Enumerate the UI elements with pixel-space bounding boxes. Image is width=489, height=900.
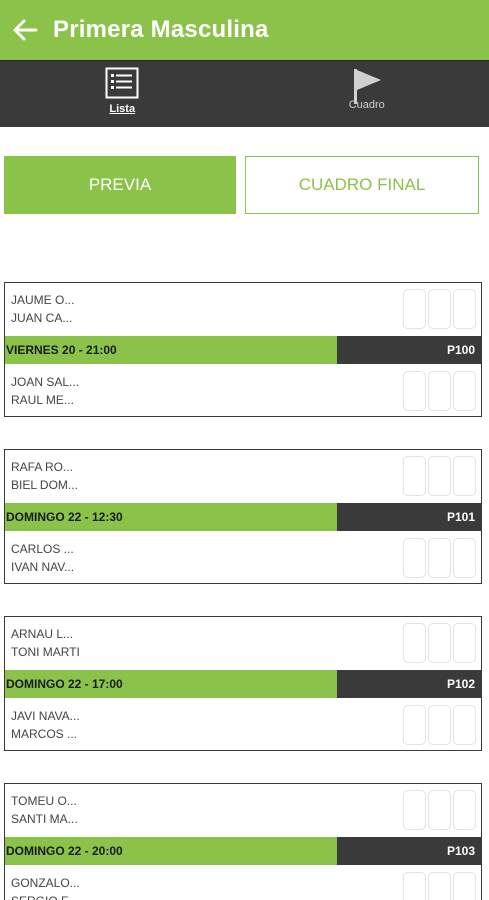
score-box — [403, 538, 426, 578]
match-code: P101 — [337, 503, 481, 531]
score-box — [453, 289, 476, 329]
score-box — [428, 456, 451, 496]
score-box — [428, 790, 451, 830]
match-code: P100 — [337, 336, 481, 364]
match-datetime: DOMINGO 22 - 12:30 — [5, 503, 337, 531]
team-row: JAVI NAVA... MARCOS ... — [5, 699, 481, 751]
tab-lista[interactable]: Lista — [0, 61, 245, 127]
player-name: SERGIO F... — [11, 892, 80, 900]
tab-cuadro-label: Cuadro — [348, 99, 385, 111]
arrow-left-icon — [13, 19, 38, 41]
match-card[interactable]: TOMEU O... SANTI MA... DOMINGO 22 - 20:0… — [4, 783, 482, 900]
score-box — [403, 872, 426, 900]
score-box — [428, 872, 451, 900]
tab-bar: Lista Cuadro — [0, 60, 489, 127]
score-box — [403, 371, 426, 411]
team-row: RAFA RO... BIEL DOM... — [5, 450, 481, 502]
score-box — [403, 790, 426, 830]
match-card[interactable]: RAFA RO... BIEL DOM... DOMINGO 22 - 12:3… — [4, 449, 482, 584]
player-name: JUAN CA... — [11, 311, 73, 325]
tab-lista-label: Lista — [109, 103, 136, 115]
match-datetime: DOMINGO 22 - 17:00 — [5, 670, 337, 698]
team-row: CARLOS ... IVAN NAV... — [5, 532, 481, 584]
score-box — [403, 289, 426, 329]
match-code: P103 — [337, 837, 481, 865]
team-row: ARNAU L... TONI MARTI — [5, 617, 481, 669]
player-name: TOMEU O... — [11, 794, 77, 808]
previa-button[interactable]: PREVIA — [4, 156, 236, 214]
match-card[interactable]: ARNAU L... TONI MARTI DOMINGO 22 - 17:00… — [4, 616, 482, 751]
player-name: RAUL ME... — [11, 393, 74, 407]
score-box — [428, 538, 451, 578]
score-box — [428, 623, 451, 663]
team-row: TOMEU O... SANTI MA... — [5, 784, 481, 836]
list-icon — [105, 67, 139, 99]
score-box — [453, 538, 476, 578]
score-box — [403, 623, 426, 663]
back-button[interactable] — [0, 0, 50, 60]
cuadro-final-button[interactable]: CUADRO FINAL — [245, 156, 479, 214]
player-name: RAFA RO... — [11, 460, 74, 474]
player-name: GONZALO... — [11, 876, 80, 890]
match-card[interactable]: JAUME O... JUAN CA... VIERNES 20 - 21:00… — [4, 282, 482, 417]
player-name: CARLOS ... — [11, 542, 74, 556]
tab-cuadro[interactable]: Cuadro — [245, 61, 489, 127]
score-box — [453, 705, 476, 745]
score-box — [428, 289, 451, 329]
player-name: JAVI NAVA... — [11, 709, 80, 723]
match-datetime: DOMINGO 22 - 20:00 — [5, 837, 337, 865]
player-name: TONI MARTI — [11, 645, 80, 659]
score-box — [428, 705, 451, 745]
app-bar: Primera Masculina — [0, 0, 489, 60]
score-box — [403, 705, 426, 745]
score-box — [453, 456, 476, 496]
page-title: Primera Masculina — [53, 16, 269, 43]
match-code: P102 — [337, 670, 481, 698]
team-row: GONZALO... SERGIO F... — [5, 866, 481, 900]
score-box — [453, 371, 476, 411]
player-name: JOAN SAL... — [11, 375, 80, 389]
team-row: JAUME O... JUAN CA... — [5, 283, 481, 335]
score-box — [453, 623, 476, 663]
score-box — [403, 456, 426, 496]
player-name: BIEL DOM... — [11, 478, 78, 492]
player-name: ARNAU L... — [11, 627, 74, 641]
player-name: IVAN NAV... — [11, 560, 75, 574]
score-box — [453, 790, 476, 830]
team-row: JOAN SAL... RAUL ME... — [5, 365, 481, 417]
score-box — [428, 371, 451, 411]
player-name: JAUME O... — [11, 293, 75, 307]
player-name: MARCOS ... — [11, 727, 78, 741]
player-name: SANTI MA... — [11, 812, 78, 826]
match-datetime: VIERNES 20 - 21:00 — [5, 336, 337, 364]
score-box — [453, 872, 476, 900]
